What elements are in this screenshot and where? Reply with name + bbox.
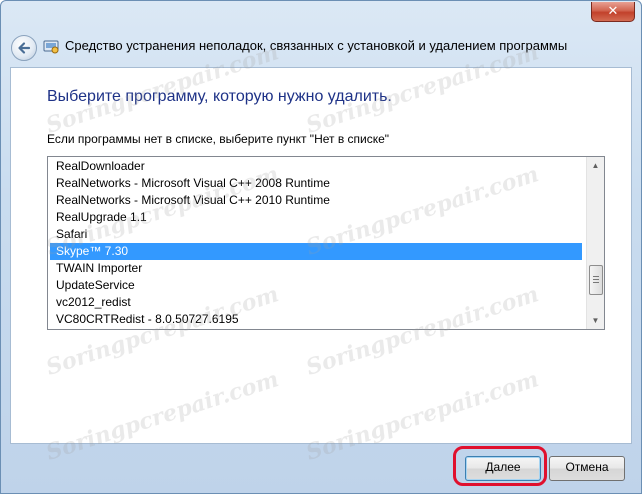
list-item[interactable]: RealDownloader	[50, 158, 582, 175]
instruction-text: Если программы нет в списке, выберите пу…	[47, 132, 390, 146]
next-button[interactable]: Далее	[465, 456, 541, 481]
list-item[interactable]: UpdateService	[50, 277, 582, 294]
scroll-up-arrow-icon[interactable]: ▲	[587, 157, 604, 174]
program-list-items: RealDownloader RealNetworks - Microsoft V…	[50, 158, 582, 328]
close-button[interactable]: ✕	[591, 2, 635, 22]
list-item[interactable]: vc2012_redist	[50, 294, 582, 311]
back-arrow-icon	[18, 42, 31, 54]
troubleshooter-icon	[43, 38, 59, 54]
list-item[interactable]: RealNetworks - Microsoft Visual C++ 2008…	[50, 175, 582, 192]
content-panel: Выберите программу, которую нужно удалит…	[10, 39, 632, 466]
title-area: Средство устранения неполадок, связанных…	[1, 21, 641, 67]
vertical-scrollbar[interactable]: ▲ ▼	[586, 157, 604, 329]
program-list[interactable]: RealDownloader RealNetworks - Microsoft V…	[47, 156, 605, 330]
cancel-button[interactable]: Отмена	[549, 456, 625, 481]
list-item[interactable]: VC80CRTRedist - 8.0.50727.6195	[50, 311, 582, 328]
list-item[interactable]: RealNetworks - Microsoft Visual C++ 2010…	[50, 192, 582, 209]
window-title: Средство устранения неполадок, связанных…	[65, 38, 568, 53]
list-item[interactable]: Safari	[50, 226, 582, 243]
close-icon: ✕	[607, 3, 619, 18]
list-item[interactable]: Skype™ 7.30	[50, 243, 582, 260]
list-item[interactable]: RealUpgrade 1.1	[50, 209, 582, 226]
footer: Далее Отмена	[1, 443, 641, 493]
scroll-thumb[interactable]	[589, 265, 603, 295]
troubleshooter-window: ✕ Средство устранения неполадок, связанн…	[0, 0, 642, 494]
list-item[interactable]: TWAIN Importer	[50, 260, 582, 277]
scroll-down-arrow-icon[interactable]: ▼	[587, 312, 604, 329]
page-heading: Выберите программу, которую нужно удалит…	[47, 88, 392, 105]
back-button[interactable]	[11, 35, 37, 61]
